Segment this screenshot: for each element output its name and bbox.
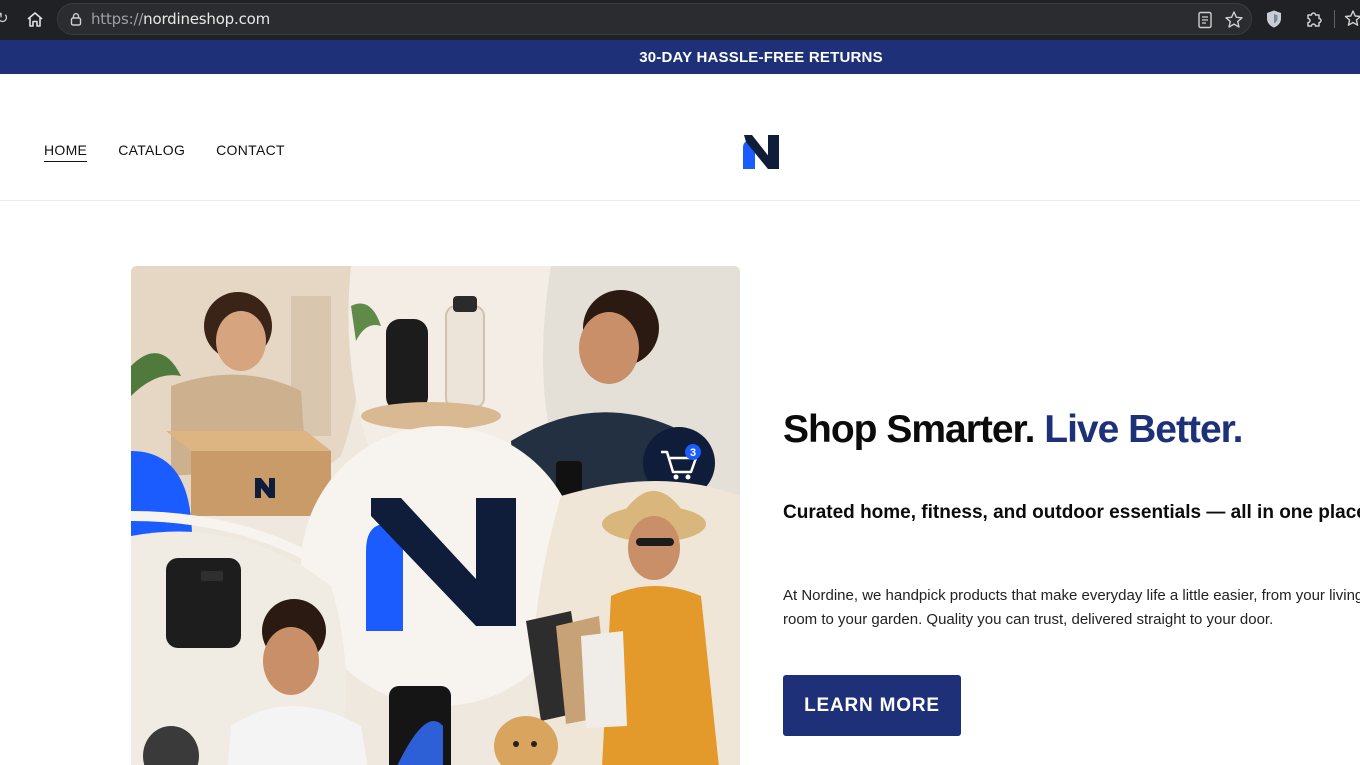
shield-extension-icon[interactable] [1262, 7, 1286, 31]
browser-toolbar: ↻ https://nordineshop.com [0, 0, 1360, 40]
announcement-text: 30-DAY HASSLE-FREE RETURNS [639, 48, 883, 66]
refresh-icon[interactable]: ↻ [0, 9, 9, 27]
cart-count-text: 3 [690, 447, 696, 459]
bookmark-star-icon[interactable] [1223, 9, 1245, 31]
address-bar[interactable]: https://nordineshop.com [57, 3, 1252, 35]
brand-logo[interactable] [740, 133, 782, 171]
reader-view-icon[interactable] [1195, 10, 1215, 30]
site-header: HOME CATALOG CONTACT [0, 74, 1360, 201]
puzzle-extension-icon[interactable] [1302, 7, 1326, 31]
smart-speaker [386, 319, 428, 411]
url-protocol: https:// [91, 10, 144, 28]
main-nav: HOME CATALOG CONTACT [44, 142, 285, 162]
favorites-icon[interactable] [1342, 7, 1360, 31]
toolbar-separator [1334, 10, 1335, 28]
url-host: nordineshop.com [143, 10, 271, 28]
nav-home-link[interactable]: HOME [44, 142, 88, 162]
hero-image: 3 [131, 266, 740, 765]
water-bottle [445, 305, 485, 409]
hero-description: At Nordine, we handpick products that ma… [783, 587, 1360, 628]
hero-title-main: Shop Smarter. [783, 408, 1045, 451]
lock-icon[interactable] [68, 11, 84, 27]
learn-more-button[interactable]: LEARN MORE [783, 675, 961, 736]
hero-subtitle: Curated home, fitness, and outdoor essen… [783, 502, 1360, 523]
hero-title: Shop Smarter. Live Better. [783, 408, 1244, 452]
home-icon[interactable] [22, 7, 48, 33]
nav-contact-link[interactable]: CONTACT [216, 142, 285, 162]
hero-title-accent: Live Better. [1044, 408, 1243, 451]
url-text[interactable]: https://nordineshop.com [91, 10, 270, 28]
nav-catalog-link[interactable]: CATALOG [118, 142, 185, 162]
announcement-bar: 30-DAY HASSLE-FREE RETURNS [0, 40, 1360, 74]
